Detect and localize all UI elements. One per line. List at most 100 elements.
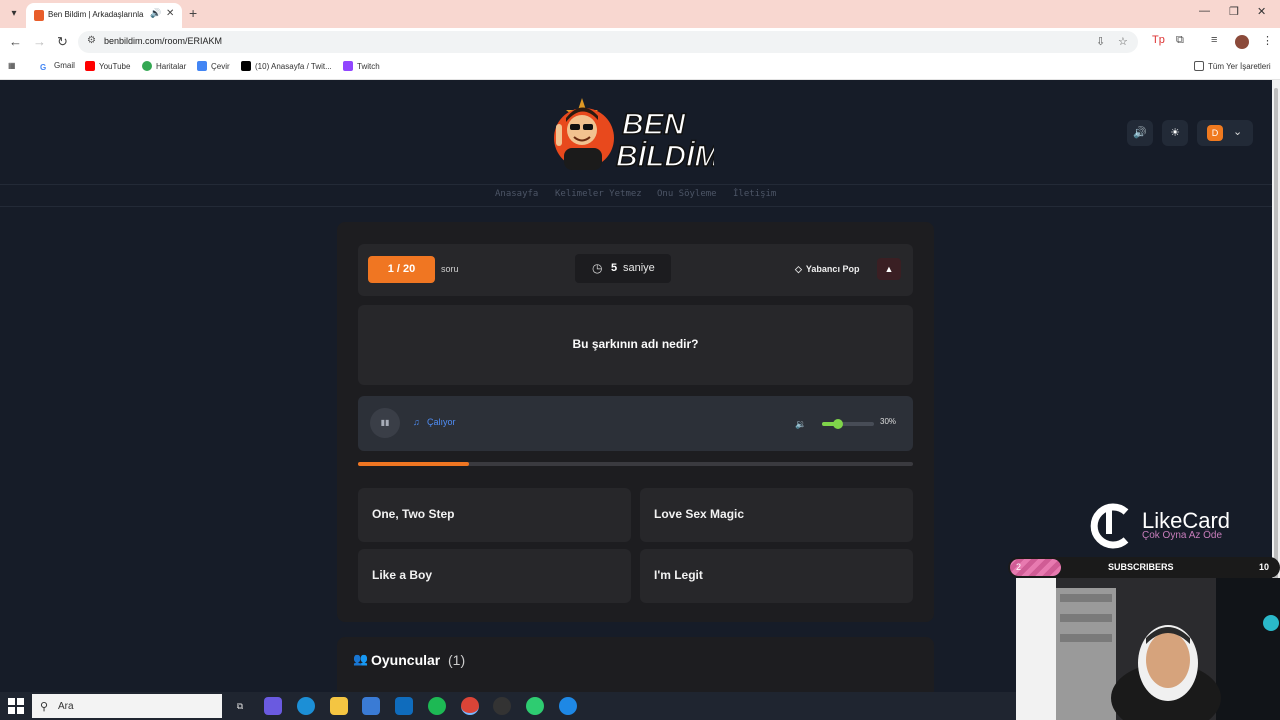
taskbar-search[interactable]: ⚲ Ara (32, 694, 222, 718)
extension-tp-icon[interactable]: Tp (1152, 34, 1165, 46)
answer-option-2[interactable]: Love Sex Magic (640, 488, 913, 542)
edge-icon[interactable] (297, 697, 315, 715)
x-logo-icon (241, 61, 251, 71)
bookmark-label: Haritalar (156, 62, 187, 71)
folder-icon (1194, 61, 1204, 71)
restore-icon[interactable]: ❐ (1229, 5, 1239, 18)
search-icon: ⚲ (40, 701, 49, 713)
tag-icon: ◇ (795, 264, 802, 274)
window-close-icon[interactable]: ✕ (1257, 5, 1266, 18)
media-control-icon[interactable]: ≡ (1211, 34, 1217, 46)
reload-icon[interactable]: ↻ (57, 34, 68, 50)
bookmarks-bar: ▦ G Gmail YouTube Haritalar Çevir (10) An… (0, 56, 1280, 80)
install-app-icon[interactable]: ⇩ (1096, 35, 1105, 48)
subscriber-current: 2 (1016, 562, 1022, 572)
nav-divider (0, 206, 1272, 207)
audio-playing-icon[interactable]: 🔊 (150, 8, 161, 19)
address-bar[interactable]: ⚙ benbildim.com/room/ERIAKM ⇩ ☆ (78, 31, 1138, 53)
tab-title: Ben Bildim | Arkadaşlarınla (48, 10, 144, 19)
answer-label: Love Sex Magic (654, 507, 745, 521)
likecard-sponsor: LikeCard Çok Oyna Az Öde (1088, 502, 1238, 550)
likecard-logo-icon (1090, 503, 1129, 549)
question-text: Bu şarkının adı nedir? (572, 337, 699, 351)
music-note-icon: ♫ (413, 417, 420, 427)
url-text[interactable]: benbildim.com/room/ERIAKM (104, 36, 222, 46)
chat-app-icon[interactable] (526, 697, 544, 715)
volume-icon[interactable]: 🔉 (792, 415, 810, 433)
answer-option-3[interactable]: Like a Boy (358, 549, 631, 603)
bookmark-maps[interactable]: Haritalar (142, 61, 186, 71)
category-label: ◇ Yabancı Pop (795, 264, 859, 275)
bookmark-youtube[interactable]: YouTube (85, 61, 130, 71)
chrome-icon[interactable] (461, 697, 479, 715)
all-bookmarks[interactable]: Tüm Yer İşaretleri (1194, 61, 1271, 71)
answer-label: One, Two Step (372, 507, 455, 521)
bookmark-twitch[interactable]: Twitch (343, 61, 380, 71)
steam-icon[interactable] (559, 697, 577, 715)
ms-store-icon[interactable] (362, 697, 380, 715)
nav-home[interactable]: Anasayfa (495, 189, 538, 199)
sound-toggle-icon[interactable]: 🔊 (1127, 120, 1153, 146)
menu-kebab-icon[interactable]: ⋮ (1262, 34, 1273, 47)
logo-text-line2: BİLDİM (616, 140, 714, 173)
song-progress-fill (358, 462, 469, 466)
bookmark-label: Gmail (54, 61, 75, 70)
answer-option-4[interactable]: I'm Legit (640, 549, 913, 603)
volume-slider-knob[interactable] (832, 419, 843, 429)
browser-tab[interactable]: Ben Bildim | Arkadaşlarınla 🔊 ✕ (26, 3, 182, 28)
obs-icon[interactable] (493, 697, 511, 715)
tab-strip: ▾ Ben Bildim | Arkadaşlarınla 🔊 ✕ + — ❐ … (0, 0, 1280, 28)
webcam-overlay (1016, 578, 1280, 720)
theme-sun-icon[interactable]: ☀ (1162, 120, 1188, 146)
nav-iletisim[interactable]: İletişim (733, 189, 776, 199)
all-bookmarks-label: Tüm Yer İşaretleri (1208, 62, 1271, 71)
user-menu-button[interactable]: D ⌄ (1197, 120, 1253, 146)
extensions-icon[interactable]: ⧉ (1176, 34, 1184, 47)
song-progress-bar (358, 462, 913, 466)
minimize-icon[interactable]: — (1199, 5, 1210, 17)
file-explorer-icon[interactable] (330, 697, 348, 715)
new-tab-icon[interactable]: + (189, 5, 197, 21)
playing-status: Çalıyor (427, 417, 456, 427)
nav-onu-soyleme[interactable]: Onu Söyleme (657, 189, 717, 199)
category-text: Yabancı Pop (805, 264, 860, 274)
subscriber-goal-bar: 2 SUBSCRIBERS 10 (1008, 557, 1280, 578)
back-icon[interactable]: ← (9, 34, 22, 49)
windows-start-icon[interactable] (8, 698, 24, 714)
bookmark-star-icon[interactable]: ☆ (1118, 35, 1128, 48)
translate-icon (197, 61, 207, 71)
apps-grid-icon[interactable]: ▦ (8, 61, 16, 70)
logo-text-line1: BEN (622, 108, 687, 141)
answer-label: Like a Boy (372, 568, 433, 582)
audio-player: ▮▮ ♫ Çalıyor 🔉 30% (358, 396, 913, 451)
forward-icon[interactable]: → (33, 34, 46, 49)
report-warning-icon[interactable]: ▲ (877, 258, 901, 280)
bookmark-translate[interactable]: Çevir (197, 61, 230, 71)
question-panel: Bu şarkının adı nedir? (358, 305, 913, 385)
spotify-icon[interactable] (428, 697, 446, 715)
subscriber-goal: 10 (1259, 562, 1270, 572)
ben-bildim-logo[interactable]: BEN BİLDİM (552, 90, 714, 175)
bookmark-label: YouTube (99, 62, 131, 71)
site-info-icon[interactable]: ⚙ (87, 35, 96, 46)
volume-percent: 30% (880, 417, 897, 426)
close-tab-icon[interactable]: ✕ (166, 8, 174, 19)
twitch-icon (343, 61, 353, 71)
task-view-icon[interactable]: ⧉ (231, 697, 249, 715)
outlook-icon[interactable] (395, 697, 413, 715)
nav-kelimeler-yetmez[interactable]: Kelimeler Yetmez (555, 189, 642, 199)
tab-search-icon[interactable]: ▾ (6, 6, 22, 22)
pause-icon[interactable]: ▮▮ (370, 408, 400, 438)
question-label: soru (441, 264, 459, 274)
webcam-image (1016, 578, 1280, 720)
bookmark-gmail[interactable]: G Gmail (40, 61, 75, 73)
bookmark-twitter[interactable]: (10) Anasayfa / Twit... (241, 61, 332, 71)
profile-avatar[interactable] (1235, 35, 1249, 49)
volume-slider[interactable] (822, 419, 874, 429)
subscriber-label: SUBSCRIBERS (1108, 562, 1174, 572)
maps-pin-icon (142, 61, 152, 71)
timer: ◷ 5 saniye (575, 254, 671, 283)
answer-option-1[interactable]: One, Two Step (358, 488, 631, 542)
timer-value: 5 (611, 262, 618, 274)
copilot-icon[interactable] (264, 697, 282, 715)
